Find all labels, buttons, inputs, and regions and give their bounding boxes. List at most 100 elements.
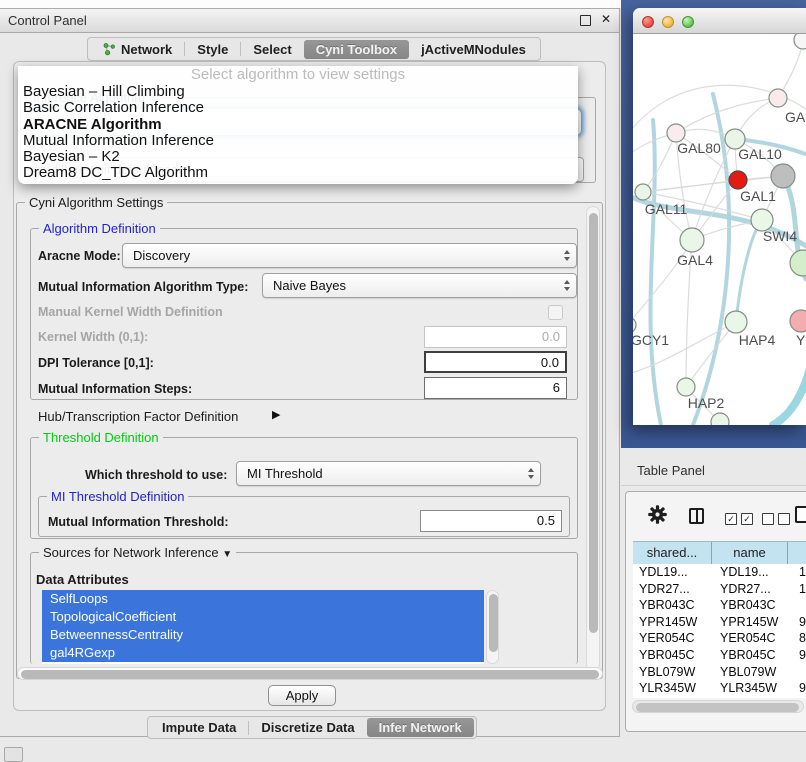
tab-network[interactable]: Network [90,40,184,59]
algorithm-option[interactable]: ARACNE Algorithm [18,117,578,133]
document-icon[interactable] [795,506,806,523]
table-row[interactable]: YIL052CYIL052C9 [633,697,806,698]
table-cell: YBL079W [712,664,788,681]
tab-select[interactable]: Select [241,40,303,59]
tab-infer-network[interactable]: Infer Network [367,718,474,737]
network-node[interactable] [677,378,695,396]
attribute-list-scrollbar-thumb[interactable] [489,594,498,652]
attribute-list-scrollbar[interactable] [486,590,499,664]
table-cell: YDR27... [633,581,712,598]
which-threshold-combo[interactable]: MI Threshold [236,461,541,486]
network-node[interactable] [725,311,747,333]
column-header[interactable]: shared... [633,542,712,565]
network-node[interactable] [790,250,806,276]
settings-horizontal-scrollbar[interactable] [17,667,603,680]
settings-vertical-scrollbar-thumb[interactable] [589,213,598,633]
table-row[interactable]: YDR27...YDR27...12 [633,581,806,598]
algorithm-option[interactable]: Basic Correlation Inference [18,100,578,116]
table-row[interactable]: YBL079WYBL079W [633,664,806,681]
mi-steps-field[interactable]: 6 [424,377,567,399]
close-traffic-light-icon[interactable] [642,16,654,28]
minimized-panel-icon[interactable] [4,747,23,762]
zoom-traffic-light-icon[interactable] [682,16,694,28]
which-threshold-value: MI Threshold [247,466,323,481]
attribute-option[interactable]: SelfLoops [42,590,484,608]
network-node-label: GCY1 [633,332,669,348]
attribute-option[interactable]: TopologicalCoefficient [42,608,484,626]
table-cell: YDR27... [712,581,788,598]
network-edge [633,322,736,374]
table-cell: YBR043C [712,597,788,614]
column-header[interactable] [788,542,806,565]
aracne-mode-combo[interactable]: Discovery [122,243,577,268]
hub-expand-icon[interactable]: ▶ [272,408,280,421]
column-header[interactable]: name [712,542,788,565]
hub-definition-label[interactable]: Hub/Transcription Factor Definition [38,409,238,424]
settings-horizontal-scrollbar-thumb[interactable] [21,670,599,679]
mi-steps-label: Mutual Information Steps: [38,382,192,396]
sources-title[interactable]: Sources for Network Inference ▼ [39,545,236,560]
settings-vertical-scrollbar[interactable] [586,206,600,671]
tab-cyni-toolbox[interactable]: Cyni Toolbox [304,40,409,59]
select-all-checkboxes-icon[interactable]: ✓✓ [725,510,757,528]
algorithm-option[interactable]: Bayesian – K2 [18,149,578,165]
network-node[interactable] [680,228,704,252]
network-node-label: HAP4 [739,332,776,348]
mi-type-value: Naive Bayes [273,278,346,293]
attribute-option[interactable]: BetweennessCentrality [42,626,484,644]
network-edge [736,220,762,322]
table-row[interactable]: YDL19...YDL19...13 [633,564,806,581]
apply-button[interactable]: Apply [268,685,336,706]
dpi-tolerance-field[interactable]: 0.0 [424,351,567,373]
gear-icon[interactable] [648,505,667,529]
mi-threshold-field[interactable]: 0.5 [420,510,562,532]
table-cell: YBR043C [633,597,712,614]
kernel-width-label: Kernel Width (0,1): [38,330,148,344]
tab-style[interactable]: Style [185,40,240,59]
network-node[interactable] [633,317,636,333]
network-node[interactable] [769,89,787,107]
tab-jactivemnodules[interactable]: jActiveMNodules [409,40,538,59]
network-node[interactable] [729,171,747,189]
table-cell: 8. [788,630,806,647]
close-icon[interactable]: ✕ [601,12,611,26]
tab-discretize-data[interactable]: Discretize Data [249,718,366,737]
network-node[interactable] [794,34,806,49]
table-horizontal-scrollbar-thumb[interactable] [636,703,799,712]
attribute-option[interactable]: gal4RGexp [42,644,484,662]
network-node[interactable] [790,310,806,332]
control-panel-titlebar[interactable]: Control Panel ✕ [0,9,619,33]
network-window-titlebar[interactable] [633,8,806,34]
kernel-width-field[interactable]: 0.0 [424,326,567,348]
aracne-mode-value: Discovery [133,248,190,263]
manual-kernel-checkbox[interactable] [548,305,563,320]
table-cell: YBR045C [712,647,788,664]
network-node[interactable] [711,413,729,425]
columns-icon[interactable] [689,508,704,524]
mi-type-combo[interactable]: Naive Bayes [262,273,577,298]
network-node[interactable] [635,184,651,200]
tab-impute-data[interactable]: Impute Data [150,718,248,737]
network-node[interactable] [771,164,795,188]
algorithm-option[interactable]: Bayesian – Hill Climbing [18,84,578,100]
minimize-traffic-light-icon[interactable] [662,16,674,28]
table-panel-separator [621,485,806,486]
data-attributes-list[interactable]: SelfLoopsTopologicalCoefficientBetweenne… [42,590,484,664]
table-row[interactable]: YER054CYER054C8. [633,630,806,647]
algorithm-option[interactable]: Mutual Information Inference [18,133,578,149]
table-row[interactable]: YPR145WYPR145W9. [633,614,806,631]
deselect-all-checkboxes-icon[interactable] [762,510,794,528]
float-window-icon[interactable] [580,15,591,26]
table-row[interactable]: YBR045CYBR045C9. [633,647,806,664]
network-graph-canvas[interactable]: GALGAL80GAL10GAL11GAL1SWI4GAL4GCY1HAP4YH… [633,34,806,425]
table-row[interactable]: YLR345WYLR345W9. [633,680,806,697]
sources-collapse-icon[interactable]: ▼ [222,549,232,560]
network-edge [650,120,661,425]
table-cell: YDL19... [712,564,788,581]
table-row[interactable]: YBR043CYBR043C [633,597,806,614]
table-horizontal-scrollbar[interactable] [632,700,804,713]
data-attributes-label: Data Attributes [36,572,129,587]
mi-type-label: Mutual Information Algorithm Type: [38,280,248,294]
table-cell: YBR045C [633,647,712,664]
algorithm-option[interactable]: Dream8 DC_TDC Algorithm [18,165,578,181]
